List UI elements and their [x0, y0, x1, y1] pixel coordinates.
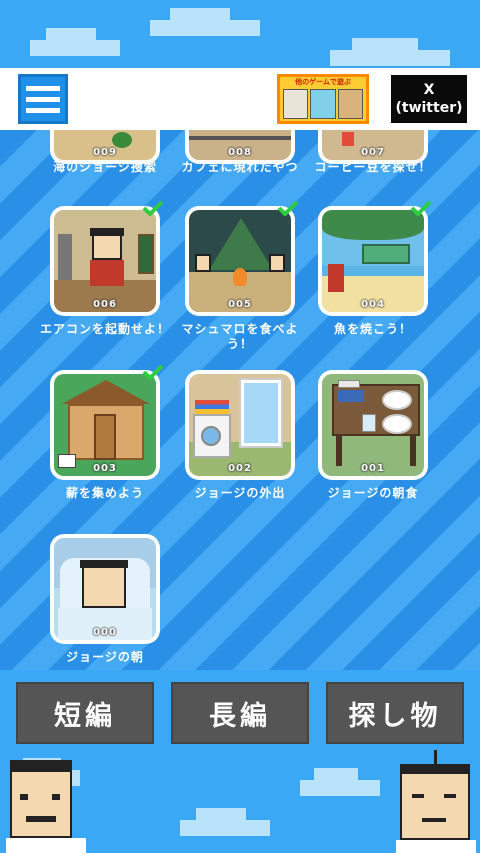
- level-tile-005[interactable]: 005: [185, 200, 299, 316]
- level-number: 006: [93, 299, 117, 310]
- level-number: 002: [228, 463, 252, 474]
- level-title: ジョージの朝食: [327, 486, 419, 500]
- cabin-door: [94, 414, 116, 460]
- short-category-button[interactable]: 短編: [16, 682, 154, 744]
- level-number: 007: [361, 147, 385, 158]
- george-character-right: [396, 750, 476, 853]
- level-title: カフェに現れたやつ: [181, 160, 299, 174]
- menu-button[interactable]: [18, 74, 68, 124]
- level-title: ジョージの外出: [194, 486, 286, 500]
- level-grid: 009 海のジョージ捜索 008 カフェに現れたやつ 007 コーヒー豆を探せ！…: [0, 130, 480, 670]
- long-category-button[interactable]: 長編: [171, 682, 309, 744]
- twitter-share-button[interactable]: X (twitter): [391, 75, 467, 123]
- header-bar: 他のゲームで遊ぶ X (twitter): [0, 68, 480, 130]
- level-title: エアコンを起動せよ！: [39, 322, 170, 336]
- level-number: 009: [93, 147, 117, 158]
- cleared-check-icon: [410, 200, 432, 216]
- sleep-z-icon: [64, 548, 78, 558]
- other-games-label: 他のゲームで遊ぶ: [295, 78, 351, 86]
- cleared-check-icon: [142, 364, 164, 380]
- cloud: [150, 8, 260, 36]
- level-title: ジョージの朝: [66, 650, 144, 664]
- twitter-label: (twitter): [395, 100, 463, 116]
- cloud: [180, 808, 270, 836]
- cleared-check-icon: [277, 200, 299, 216]
- level-tile-007[interactable]: 007: [318, 130, 428, 164]
- plate-icon: [382, 390, 412, 410]
- hamburger-icon: [26, 85, 60, 91]
- george-face: [82, 564, 126, 608]
- cabin-roof: [62, 380, 150, 404]
- level-tile-003[interactable]: 003: [50, 364, 164, 480]
- game-thumb: [337, 89, 363, 119]
- level-tile-000[interactable]: 000: [50, 534, 160, 644]
- george-face: [92, 232, 122, 260]
- plate-icon: [382, 414, 412, 434]
- glass-icon: [362, 414, 376, 432]
- level-number: 008: [228, 147, 252, 158]
- category-bar: 短編 長編 探し物: [0, 670, 480, 853]
- level-number: 001: [361, 463, 385, 474]
- cloud: [300, 768, 380, 796]
- level-title: 海のジョージ捜索: [53, 160, 157, 174]
- x-logo-text: X: [423, 82, 435, 98]
- window-icon: [244, 383, 278, 443]
- tent-icon: [209, 218, 273, 270]
- level-title: 薪を集めよう: [65, 486, 144, 500]
- car-icon: [362, 244, 410, 264]
- level-number: 000: [93, 627, 117, 638]
- george-character-left: [6, 760, 86, 853]
- cloud: [30, 28, 120, 56]
- air-conditioner-icon: [58, 234, 72, 280]
- sky-background: [0, 0, 480, 70]
- level-title: マシュマロを食べよう！: [181, 322, 299, 351]
- level-title: コーヒー豆を探せ！: [314, 160, 432, 174]
- level-number: 004: [361, 299, 385, 310]
- other-games-banner[interactable]: 他のゲームで遊ぶ: [277, 74, 369, 124]
- search-category-button[interactable]: 探し物: [326, 682, 464, 744]
- cleared-check-icon: [142, 200, 164, 216]
- level-tile-006[interactable]: 006: [50, 200, 164, 316]
- game-thumb: [310, 89, 336, 119]
- level-number: 003: [93, 463, 117, 474]
- level-tile-001[interactable]: 001: [318, 370, 428, 480]
- game-thumb: [283, 89, 309, 119]
- level-tile-002[interactable]: 002: [185, 370, 295, 480]
- level-number: 005: [228, 299, 252, 310]
- level-tile-008[interactable]: 008: [185, 130, 295, 164]
- level-tile-009[interactable]: 009: [50, 130, 160, 164]
- level-title: 魚を焼こう！: [333, 322, 412, 336]
- campfire-icon: [233, 268, 247, 286]
- cloud: [330, 38, 450, 66]
- watermelon-icon: [112, 132, 132, 148]
- level-tile-004[interactable]: 004: [318, 200, 432, 316]
